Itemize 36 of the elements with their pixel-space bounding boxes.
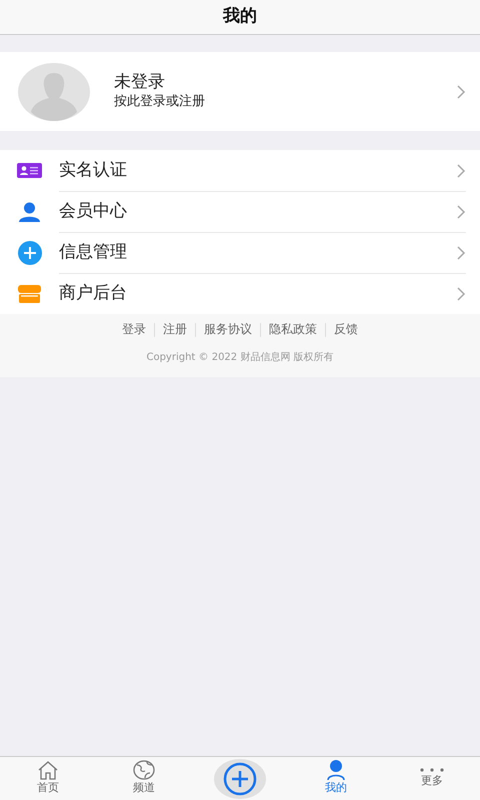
shop-icon bbox=[18, 284, 41, 302]
id-card-icon bbox=[17, 163, 42, 178]
menu-label: 会员中心 bbox=[59, 200, 128, 224]
chevron-icon bbox=[456, 204, 466, 220]
tab-item[interactable]: 更多 bbox=[384, 757, 480, 800]
copyright-text: Copyright © 2022 财品信息网 版权所有 bbox=[145, 350, 335, 365]
user-name: 未登录 bbox=[114, 72, 166, 92]
home-icon bbox=[37, 760, 59, 780]
plus-icon bbox=[18, 240, 42, 264]
footer-link[interactable]: 服务协议 bbox=[196, 322, 260, 338]
footer-link[interactable]: 反馈 bbox=[326, 322, 366, 338]
footer-link[interactable]: 注册 bbox=[155, 322, 195, 338]
chevron-icon bbox=[456, 245, 466, 261]
menu-item[interactable]: 实名认证 bbox=[0, 150, 480, 191]
chevron-icon bbox=[456, 286, 466, 302]
chevron-icon bbox=[456, 84, 466, 100]
add-icon bbox=[223, 762, 257, 796]
page-title: 我的 bbox=[223, 5, 257, 28]
person-icon bbox=[18, 202, 41, 222]
tab-item[interactable]: 首页 bbox=[0, 757, 96, 800]
footer-link[interactable]: 登录 bbox=[114, 322, 154, 338]
login-hint: 按此登录或注册 bbox=[114, 92, 206, 111]
menu-label: 实名认证 bbox=[59, 158, 128, 182]
menu-item[interactable]: 会员中心 bbox=[0, 191, 480, 232]
tab-item[interactable]: 我的 bbox=[288, 757, 384, 800]
menu-label: 信息管理 bbox=[59, 241, 128, 264]
chevron-icon bbox=[456, 162, 466, 178]
person-icon bbox=[325, 760, 347, 780]
globe-icon bbox=[133, 760, 155, 780]
avatar-icon bbox=[18, 62, 90, 120]
footer-link[interactable]: 隐私政策 bbox=[261, 322, 325, 338]
profile-row[interactable]: 未登录 按此登录或注册 bbox=[0, 52, 480, 131]
more-icon bbox=[419, 767, 445, 774]
menu-label: 商户后台 bbox=[59, 282, 128, 306]
tab-item[interactable]: 频道 bbox=[96, 757, 192, 800]
menu-item[interactable]: 信息管理 bbox=[0, 232, 480, 273]
